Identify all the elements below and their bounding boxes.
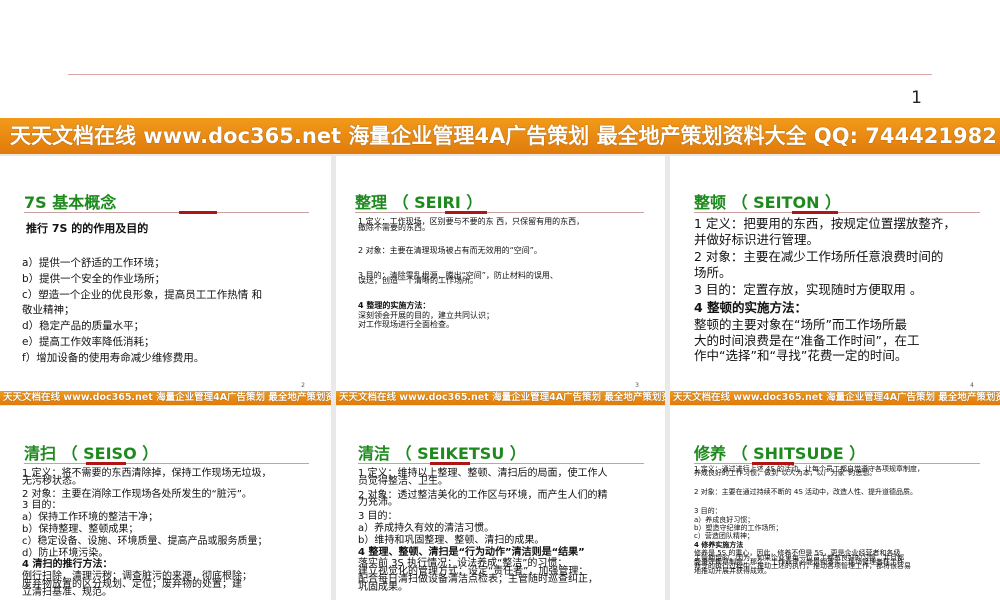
slide-seiri: 整理 （ SEIRI ） 1 定义：工作现场，区别要与不要的东 西，只保留有用的… [336,156,665,390]
text-line: f）增加设备的使用寿命减少维修费用。 [22,351,205,364]
slide-body: 1 定义：把要用的东西，按规定位置摆放整齐， 并做好标识进行管理。 2 对象：主… [694,216,956,364]
slide-number: 4 [970,382,974,389]
slide-subtitle: 推行 7S 的的作用及目的 [26,222,149,235]
text-line: 对工作现场进行全面检查。 [358,320,454,330]
text-line: a）养成持久有效的清洁习惯。 [358,522,495,534]
slide-seiso: 清扫 （ SEISO ） 1 定义：将不需要的东西清除掉，保持工作现场无垃圾， … [0,406,331,600]
title-underline [24,211,309,214]
slide-body: 1 定义：通过进行上述 4S 的活动，让每个员工都自觉遵守各项规章制度， 养成良… [694,465,924,575]
text-line: 1 定义：把要用的东西，按规定位置摆放整齐， [694,216,956,231]
text-line: 3 目的： [694,507,722,516]
text-line: b）提供一个安全的作业场所； [22,272,166,285]
slide-7s-concept: 7S 基本概念 推行 7S 的的作用及目的 a）提供一个舒适的工作环境； b）提… [0,156,331,390]
watermark-banner-small: 天天文档在线 www.doc365.net 海量企业管理4A广告策划 最全地产策… [336,391,665,405]
text-line: 2 对象：主要在减少工作场所任意浪费时间的 [694,249,944,264]
text-line: a）养成良好习惯； [694,515,755,524]
watermark-banner-small: 天天文档在线 www.doc365.net 海量企业管理4A广告策划 最全地产策… [0,391,331,405]
text-line: 场所。 [694,264,732,280]
slide-number: 2 [301,382,305,389]
text-line: 4 整理、整顿、清扫是“行为动作”清洁则是“结果” [358,546,585,558]
text-line: e）提高工作效率降低消耗； [22,335,155,348]
title-underline [358,462,644,465]
title-underline [694,211,980,214]
text-line: 深刻领会开展的目的，建立共同认识； [358,310,494,320]
text-line: c）营造团队精神； [694,532,754,541]
watermark-banner-small: 天天文档在线 www.doc365.net 海量企业管理4A广告策划 最全地产策… [670,391,1000,405]
slide-title: 清扫 （ SEISO ） [24,444,159,463]
slide-body: a）提供一个舒适的工作环境； b）提供一个安全的作业场所； c）塑造一个企业的优… [22,256,262,367]
text-line: 4 整顿的实施方法： [694,299,808,315]
text-line: 大的时间浪费是在“准备工作时间”，在工 [694,332,920,348]
text-line: c）稳定设备、设施、环境质量、提高产品或服务质量； [22,535,268,547]
slide-body: 1 定义：将不需要的东西清除掉，保持工作现场无垃圾， 无污秽状态。 2 对象：主… [22,468,272,599]
text-line: c）塑造一个企业的优良形象，提高员工工作热情 和 [22,288,263,301]
text-line: 2 对象：主要在消除工作现场各处所发生的“脏污”。 [22,488,252,500]
text-line: 3 目的：定置存放，实现随时方便取用 。 [694,282,923,297]
page-number: 1 [911,88,922,108]
slide-number: 3 [635,382,639,389]
slide-title: 清洁 （ SEIKETSU ） [358,444,526,463]
slide-title: 7S 基本概念 [24,193,117,212]
text-line: 敬业精神； [22,304,75,317]
slide-seiketsu: 清洁 （ SEIKETSU ） 1 定义：维持以上整理、整顿、清扫后的局面，使工… [336,406,665,600]
text-line: d）稳定产品的质量水平； [22,320,145,333]
watermark-banner: 天天文档在线 www.doc365.net 海量企业管理4A广告策划 最全地产策… [0,118,1000,154]
slide-title: 修养 （ SHITSUDE ） [694,444,866,463]
text-line: 4 清扫的推行方法： [22,559,113,571]
text-line: 2 对象：主要在清理现场被占有而无效用的“空间”。 [358,246,542,256]
title-underline [24,462,309,465]
slide-body: 1 定义：工作现场，区别要与不要的东 西，只保留有用的东西， 撤除不需要的东西。… [358,217,584,330]
title-underline [694,462,980,465]
text-line: 3 目的： [358,511,398,523]
text-line: 整顿的主要对象在“场所”而工作场所最 [694,317,907,332]
text-line: a）保持工作环境的整洁干净； [22,512,159,524]
title-underline [355,211,644,214]
text-line: 作中“选择”和“寻找”花费一定的时间。 [694,348,908,363]
slide-title: 整顿 （ SEITON ） [694,193,842,212]
slide-body: 1 定义：维持以上整理、整顿、清扫后的局面，使工作人 员觉得整洁、卫生。 2 对… [358,468,608,594]
text-line: 3 目的： [22,500,62,512]
top-rule [68,74,932,75]
slide-seiton: 整顿 （ SEITON ） 1 定义：把要用的东西，按规定位置摆放整齐， 并做好… [670,156,1000,390]
text-line: 2 对象：主要在通过持续不断的 4S 活动中，改造人性、提升道德品质。 [694,487,918,496]
text-line: d）防止环境污染。 [22,547,109,559]
text-line: b）保持整理、整顿成果； [22,523,139,535]
slide-title: 整理 （ SEIRI ） [355,193,483,212]
text-line: 4 修养实施方法 [694,540,744,549]
text-line: 4 整理的实施方法： [358,300,431,310]
text-line: a）提供一个舒适的工作环境； [22,257,165,269]
text-line: b）维持和巩固整理、整顿、清扫的成果。 [358,534,545,546]
text-line: 并做好标识进行管理。 [694,231,820,247]
slide-shitsude: 修养 （ SHITSUDE ） 1 定义：通过进行上述 4S 的活动，让每个员工… [670,406,1000,600]
